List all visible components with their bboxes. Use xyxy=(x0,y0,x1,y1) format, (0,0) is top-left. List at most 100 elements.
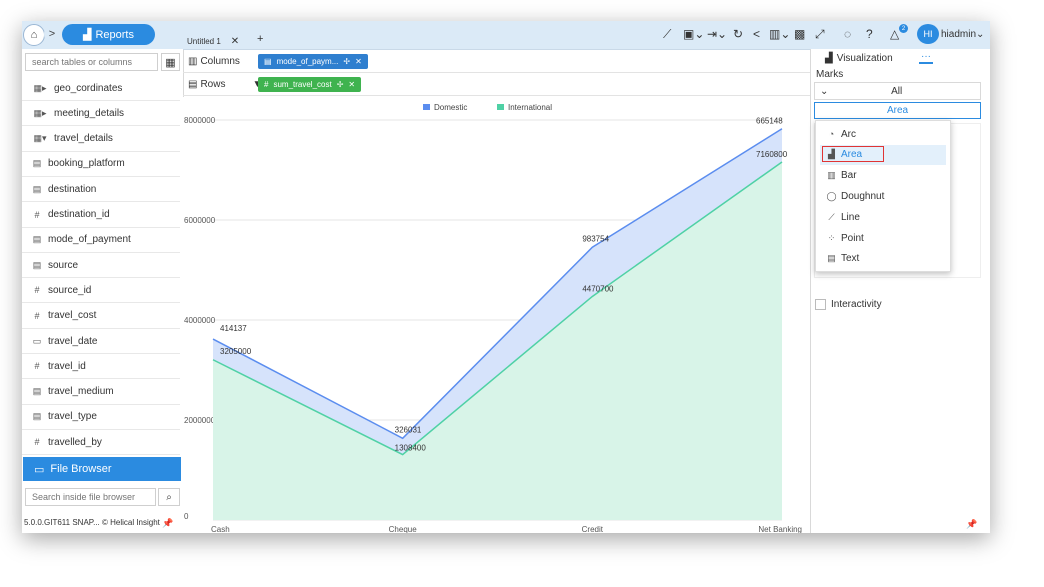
username-menu[interactable]: hiadmin⌄ xyxy=(941,29,984,40)
file-browser-button[interactable]: ▭ File Browser xyxy=(23,457,181,481)
layout-icon[interactable]: ▥⌄ xyxy=(769,27,790,41)
visualization-tab[interactable]: ▟ Visualization xyxy=(825,53,893,64)
mark-option-point[interactable]: ⁘ Point xyxy=(820,228,946,248)
rows-pill[interactable]: # sum_travel_cost ✢ ✕ xyxy=(258,76,362,92)
add-tab-icon[interactable]: + xyxy=(257,33,263,45)
area-chart: 0 2000000 4000000 6000000 8000000 414137 32603… xyxy=(184,103,802,533)
help-icon[interactable]: ? xyxy=(866,27,873,41)
columns-icon: ▥ xyxy=(188,55,198,67)
field-label: travel_details xyxy=(54,133,113,145)
field-item[interactable]: ▤ travel_medium xyxy=(22,380,180,405)
field-item[interactable]: # travelled_by xyxy=(22,430,180,456)
marks-all-toggle[interactable]: ⌄ All xyxy=(814,82,981,100)
line-chart-icon[interactable]: ⟋ xyxy=(663,27,671,42)
field-item[interactable]: ▤ mode_of_payment xyxy=(22,228,180,253)
data-label: 4470700 xyxy=(582,284,614,293)
chart-area: 0 2000000 4000000 6000000 8000000 414137 32603… xyxy=(183,97,810,533)
move-icon[interactable]: ✢ xyxy=(337,80,344,89)
file-browser-label: File Browser xyxy=(50,463,112,475)
search-icon[interactable]: ⌕ xyxy=(158,488,180,506)
field-item[interactable]: ▤ travel_type xyxy=(22,405,180,430)
more-options-tab[interactable]: ··· xyxy=(919,51,933,64)
brand-text: © Helical Insight xyxy=(101,518,160,527)
mark-option-line[interactable]: ⟋ Line xyxy=(820,207,946,227)
selection-highlight xyxy=(822,145,884,162)
close-icon[interactable]: ✕ xyxy=(231,36,239,47)
legend-label: International xyxy=(508,103,552,112)
tab-label: Untitled 1 xyxy=(187,36,221,46)
y-tick-label: 4000000 xyxy=(184,316,216,325)
lightbulb-icon[interactable]: ◌ xyxy=(844,27,851,41)
home-icon[interactable]: ⌂ xyxy=(23,24,45,46)
export-icon[interactable]: ⇥⌄ xyxy=(707,27,727,41)
legend-label: Domestic xyxy=(434,103,467,112)
field-item[interactable]: ▤ booking_platform xyxy=(22,152,180,177)
field-item[interactable]: ▭ travel_date xyxy=(22,329,180,354)
table-icon: ▦▸ xyxy=(33,107,47,118)
field-item[interactable]: ▤ source xyxy=(22,253,180,279)
field-label: source xyxy=(48,259,79,271)
rows-shelf: ▤ Rows ▼ # sum_travel_cost ✢ ✕ xyxy=(183,73,810,96)
mark-option-doughnut[interactable]: ◯ Doughnut xyxy=(820,186,946,206)
hash-icon: # xyxy=(34,285,40,296)
x-tick-label: Cheque xyxy=(389,525,418,533)
pin-icon[interactable]: 📌 xyxy=(162,518,173,529)
field-item[interactable]: ▦▾ travel_details xyxy=(22,127,180,152)
data-label: 1308400 xyxy=(395,444,427,453)
interactivity-checkbox[interactable] xyxy=(815,299,826,310)
top-nav: ⌂ > ▟ Reports xyxy=(22,21,183,49)
x-tick-label: Credit xyxy=(582,525,604,533)
reports-button[interactable]: ▟ Reports xyxy=(62,24,155,45)
version-text: 5.0.0.GIT611 SNAP... xyxy=(24,518,100,527)
field-item[interactable]: # destination_id xyxy=(22,203,180,228)
field-item[interactable]: # travel_cost xyxy=(22,304,180,329)
field-item[interactable]: ▦▸ meeting_details xyxy=(22,101,180,127)
save-icon[interactable]: ▣⌄ xyxy=(683,27,704,41)
move-icon[interactable]: ✢ xyxy=(343,57,350,66)
share-icon[interactable]: < xyxy=(753,27,760,41)
field-item[interactable]: # travel_id xyxy=(22,354,180,380)
app-window: ⌂ > ▟ Reports ▦ ▦▸ geo_cordinates ▦▸ meetin… xyxy=(22,21,990,533)
tab-untitled-1[interactable]: Untitled 1 ✕ xyxy=(187,33,239,49)
field-item[interactable]: ▤ destination xyxy=(22,177,180,203)
hash-icon: # xyxy=(34,209,40,220)
camera-icon[interactable]: ▩ xyxy=(794,27,805,41)
x-tick-label: Net Banking xyxy=(758,525,802,533)
search-tables-input[interactable] xyxy=(25,53,158,71)
file-browser-search-input[interactable] xyxy=(25,488,156,506)
mark-option-label: Text xyxy=(841,253,860,265)
columns-shelf: ▥ Columns ▼ ▤ mode_of_paym... ✢ ✕ xyxy=(183,50,810,73)
remove-icon[interactable]: ✕ xyxy=(355,57,362,66)
field-label: destination xyxy=(48,183,97,195)
field-label: travelled_by xyxy=(48,436,102,448)
rows-icon: ▤ xyxy=(188,78,198,90)
field-label: destination_id xyxy=(48,209,110,220)
field-label: booking_platform xyxy=(48,158,125,170)
folder-icon: ▭ xyxy=(34,463,45,476)
remove-icon[interactable]: ✕ xyxy=(348,80,355,89)
columns-label: Columns xyxy=(200,55,240,67)
mark-option-arc[interactable]: ◔ Arc xyxy=(820,124,946,144)
refresh-icon[interactable]: ↻ xyxy=(733,27,743,41)
chevron-right-icon[interactable]: > xyxy=(44,24,60,44)
mark-type-select[interactable]: Area xyxy=(814,102,981,119)
field-label: travel_medium xyxy=(48,386,114,398)
notification-badge: 2 xyxy=(899,24,908,33)
pin-icon[interactable]: 📌 xyxy=(966,519,977,530)
text-icon: ▤ xyxy=(827,253,836,264)
hash-icon: # xyxy=(34,310,40,321)
mark-option-bar[interactable]: ▥ Bar xyxy=(820,166,946,186)
columns-pill[interactable]: ▤ mode_of_paym... ✢ ✕ xyxy=(258,53,368,69)
marks-all-label: All xyxy=(891,85,903,97)
bar-icon: ▥ xyxy=(827,170,836,181)
interactivity-option[interactable]: Interactivity xyxy=(815,299,882,310)
data-label: 7160800 xyxy=(756,150,788,159)
mark-option-area[interactable]: ▟ Area xyxy=(820,144,946,165)
avatar[interactable]: HI xyxy=(917,24,939,44)
field-item[interactable]: ▦▸ geo_cordinates xyxy=(22,76,180,101)
mark-option-text[interactable]: ▤ Text xyxy=(820,249,946,269)
fullscreen-icon[interactable]: ⤢ xyxy=(815,27,825,42)
bell-icon[interactable]: △ xyxy=(890,27,899,41)
grid-view-icon[interactable]: ▦ xyxy=(161,53,180,71)
field-item[interactable]: # source_id xyxy=(22,278,180,304)
